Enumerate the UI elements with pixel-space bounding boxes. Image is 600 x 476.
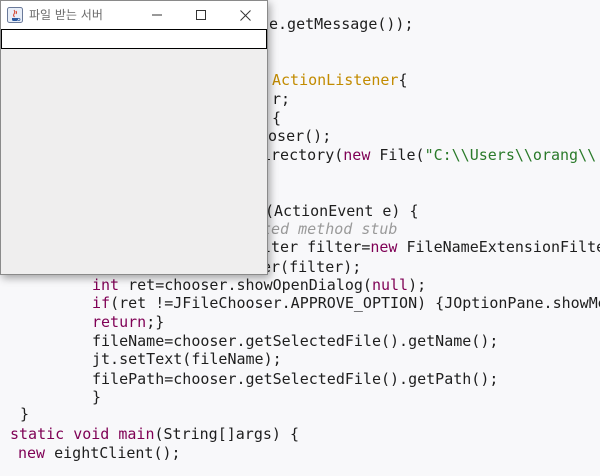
code-line: ted method stub (262, 220, 397, 239)
code-line: er(filter); (262, 258, 361, 277)
code-token: jt.setText(fileName); (92, 350, 282, 368)
window-content-area (1, 49, 267, 274)
code-token: ;} (146, 313, 165, 331)
code-line: (ActionEvent e) { (265, 202, 419, 221)
minimize-icon (152, 14, 162, 16)
code-token: ); (408, 276, 427, 294)
code-token: eightClient(); (45, 444, 181, 462)
code-token: (String[]args) { (154, 425, 300, 443)
code-token: File( (370, 146, 425, 164)
code-line: e.getMessage()); (269, 15, 414, 34)
code-token: ooser(); (259, 127, 332, 145)
code-line: irectory(new File("C:\\Users\\orang\\ (262, 146, 596, 165)
code-token: ActionListener (272, 71, 399, 89)
code-token: } (20, 405, 30, 423)
file-name-text-field[interactable] (1, 29, 267, 49)
code-token: static (10, 425, 65, 443)
code-token: lter filter= (262, 238, 371, 256)
code-token: void (73, 425, 110, 443)
code-token: main (118, 425, 155, 443)
code-line: lter filter=new FileNameExtensionFilte (262, 238, 600, 257)
code-line: } (92, 388, 101, 407)
code-line: ActionListener{ (272, 71, 407, 90)
code-line: r; (272, 90, 290, 109)
code-line: filePath=chooser.getSelectedFile().getPa… (92, 370, 498, 389)
code-token: new (370, 238, 398, 256)
maximize-button[interactable] (179, 1, 223, 29)
code-token: fileName=chooser.getSelectedFile().getNa… (92, 332, 499, 350)
code-token: } (92, 388, 102, 406)
code-token: int (92, 276, 120, 294)
code-token: new (343, 146, 371, 164)
code-line: if(ret !=JFileChooser.APPROVE_OPTION) {J… (92, 294, 600, 313)
code-line: fileName=chooser.getSelectedFile().getNa… (92, 332, 498, 351)
code-token: return (92, 313, 147, 331)
code-token: e.getMessage()); (269, 15, 414, 33)
code-token: (ret !=JFileChooser.APPROVE_OPTION) {JOp… (110, 294, 600, 312)
code-token: { (272, 109, 282, 127)
code-token: new (18, 444, 46, 462)
code-line: { (272, 109, 281, 128)
minimize-button[interactable] (135, 1, 179, 29)
close-button[interactable] (223, 1, 267, 29)
code-token: ted method stub (262, 220, 398, 238)
code-line: return;} (92, 313, 164, 332)
code-token: (ActionEvent e) { (265, 202, 419, 220)
code-token: { (398, 71, 408, 89)
code-token: ret=chooser.showOpenDialog( (119, 276, 372, 294)
code-token: "C:\\Users\\orang\\ (424, 146, 597, 164)
maximize-icon (196, 10, 206, 20)
code-line: } (20, 405, 29, 424)
code-token: r; (272, 90, 291, 108)
code-token: null (371, 276, 409, 294)
code-token: irectory( (262, 146, 344, 164)
code-line: ooser(); (259, 127, 331, 146)
code-token: filePath=chooser.getSelectedFile().getPa… (92, 370, 499, 388)
code-line: int ret=chooser.showOpenDialog(null); (92, 276, 426, 295)
window-titlebar[interactable]: 파일 받는 서버 (1, 1, 267, 29)
file-receive-server-window: 파일 받는 서버 (0, 0, 268, 275)
code-line: static void main(String[]args) { (10, 425, 299, 444)
code-line: new eightClient(); (18, 444, 181, 463)
code-token: if (92, 294, 111, 312)
java-app-icon (7, 7, 23, 23)
window-title: 파일 받는 서버 (29, 8, 103, 22)
code-line: jt.setText(fileName); (92, 350, 282, 369)
close-icon (239, 9, 251, 21)
code-token: FileNameExtensionFilte (397, 238, 600, 256)
code-token: er(filter); (262, 258, 362, 276)
